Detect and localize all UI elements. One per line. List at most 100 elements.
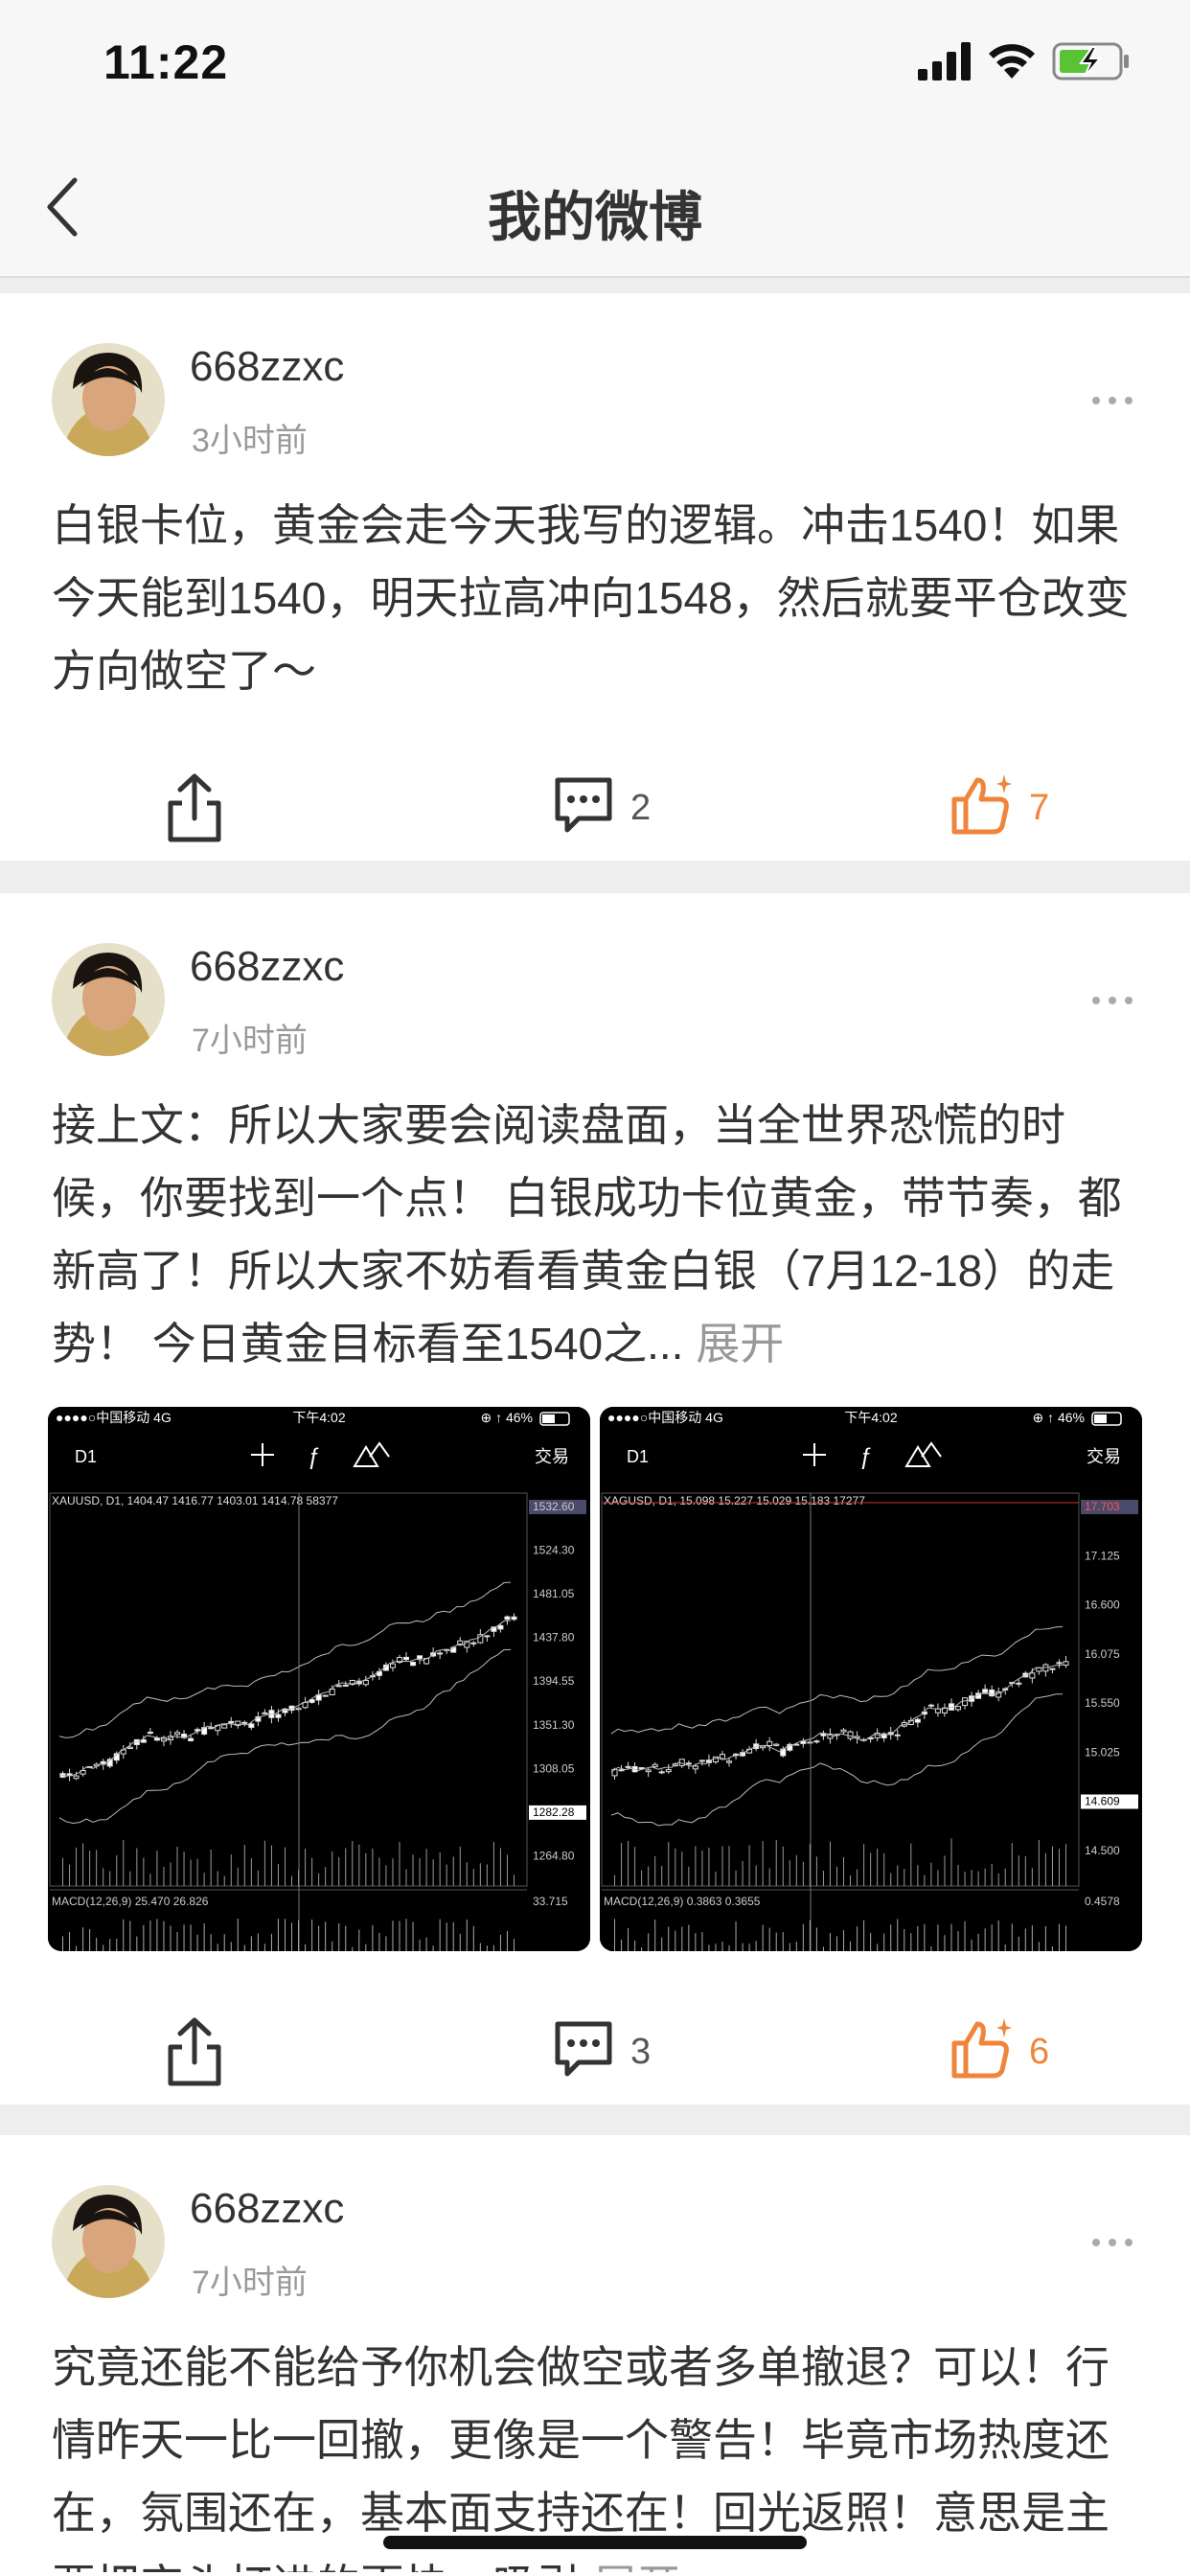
price-axis-label: 16.600	[1085, 1598, 1120, 1612]
like-button[interactable]: 6	[949, 2014, 1083, 2091]
price-axis-label: 1524.30	[533, 1544, 575, 1557]
macd-value: 0.4578	[1085, 1895, 1120, 1908]
candle-body	[403, 1656, 410, 1661]
candle-body	[1056, 1662, 1063, 1665]
price-axis-label: 1437.80	[533, 1631, 575, 1644]
candle-body	[208, 1727, 215, 1730]
username[interactable]: 668zzxc	[190, 343, 344, 391]
candle-body	[457, 1640, 464, 1645]
candle-body	[335, 1685, 342, 1688]
candle-body	[342, 1684, 349, 1687]
thumbs-up-icon	[951, 774, 1012, 835]
candle-body	[248, 1723, 255, 1728]
price-axis-label: 16.075	[1085, 1647, 1120, 1661]
candle-body	[625, 1765, 631, 1768]
more-options-icon[interactable]	[1088, 391, 1136, 410]
post-timestamp: 7小时前	[192, 1023, 308, 1059]
username[interactable]: 668zzxc	[190, 943, 344, 991]
macd-label: MACD(12,26,9) 25.470 26.826	[52, 1895, 209, 1908]
price-axis-label: 17.703	[1085, 1500, 1120, 1513]
embedded-battery: ⊕ ↑ 46%	[1032, 1410, 1085, 1425]
candle-body	[282, 1708, 288, 1714]
comment-button[interactable]: 2	[550, 770, 703, 847]
candle-body	[1049, 1668, 1056, 1670]
candle-body	[652, 1763, 658, 1768]
post-card[interactable]: 668zzxc 7小时前 接上文：所以大家要会阅读盘面，当全世界恐慌的时候，你要…	[0, 893, 1190, 2104]
comment-button[interactable]: 3	[550, 2014, 703, 2091]
price-axis-label: 1282.28	[533, 1806, 575, 1819]
candle-body	[894, 1734, 901, 1736]
indicator-icon: ƒ	[859, 1444, 872, 1470]
candle-body	[1063, 1661, 1069, 1667]
post-card[interactable]: 668zzxc 7小时前 究竟还能不能给予你机会做空或者多单撤退？可以！行情昨天…	[0, 2135, 1190, 2576]
embedded-clock: 下午4:02	[292, 1410, 345, 1425]
chart-image-silver[interactable]: ●●●●○中国移动 4G 下午4:02 ⊕ ↑ 46% D1 ƒ 交易 XAGUSD, D1…	[600, 1407, 1142, 1951]
price-axis-label: 1532.60	[533, 1500, 575, 1513]
post-text[interactable]: 白银卡位，黄金会走今天我写的逻辑。冲击1540！如果今天能到1540，明天拉高冲…	[52, 489, 1144, 707]
expand-link[interactable]: 展开	[696, 1319, 784, 1368]
timeframe-label: D1	[627, 1447, 649, 1466]
battery-charging-icon	[1052, 42, 1129, 80]
candle-body	[1036, 1667, 1042, 1672]
share-button[interactable]	[161, 770, 228, 847]
comment-icon	[555, 777, 612, 833]
page-title: 我的微博	[488, 187, 702, 247]
candle-body	[618, 1769, 625, 1772]
price-axis-label: 15.025	[1085, 1745, 1120, 1759]
candle-body	[840, 1729, 847, 1733]
candle-body	[228, 1720, 235, 1724]
home-indicator[interactable]	[383, 2536, 807, 2549]
share-icon	[168, 773, 221, 842]
candle-body	[645, 1769, 652, 1773]
more-options-icon[interactable]	[1088, 2233, 1136, 2252]
status-bar: 11:22	[0, 0, 1190, 128]
like-count: 7	[1029, 788, 1050, 828]
candle-body	[147, 1731, 153, 1735]
candle-body	[126, 1746, 133, 1750]
avatar[interactable]	[52, 2185, 165, 2298]
macd-value: 33.715	[533, 1895, 568, 1908]
embedded-carrier: ●●●●○中国移动 4G	[607, 1410, 723, 1425]
candle-body	[726, 1760, 733, 1763]
avatar[interactable]	[52, 943, 165, 1056]
trade-label: 交易	[1087, 1447, 1121, 1466]
candle-body	[511, 1616, 517, 1621]
username[interactable]: 668zzxc	[190, 2185, 344, 2233]
candle-body	[800, 1740, 807, 1744]
candle-body	[322, 1694, 329, 1697]
candle-body	[685, 1762, 692, 1765]
price-axis-label: 14.609	[1085, 1795, 1120, 1808]
like-button[interactable]: 7	[949, 770, 1083, 847]
price-axis-label: 15.550	[1085, 1696, 1120, 1710]
more-options-icon[interactable]	[1088, 991, 1136, 1010]
symbol-line: XAUUSD, D1, 1404.47 1416.77 1403.01 1414…	[52, 1494, 338, 1507]
candle-body	[262, 1712, 268, 1714]
post-card[interactable]: 668zzxc 3小时前 白银卡位，黄金会走今天我写的逻辑。冲击1540！如果今…	[0, 293, 1190, 861]
candle-body	[934, 1708, 941, 1714]
post-text[interactable]: 接上文：所以大家要会阅读盘面，当全世界恐慌的时候，你要找到一个点！ 白银成功卡位…	[52, 1089, 1144, 1380]
chart-image-gold[interactable]: ●●●●○中国移动 4G 下午4:02 ⊕ ↑ 46% D1 ƒ 交易 XAUUSD, D1…	[48, 1407, 590, 1951]
price-axis-label: 1394.55	[533, 1674, 575, 1688]
candle-body	[914, 1718, 921, 1723]
share-button[interactable]	[161, 2014, 228, 2091]
price-axis-label: 1351.30	[533, 1718, 575, 1732]
trade-label: 交易	[535, 1447, 569, 1466]
candle-body	[773, 1743, 780, 1746]
candle-body	[767, 1740, 773, 1747]
status-time: 11:22	[103, 35, 229, 89]
candle-body	[962, 1697, 969, 1707]
post-image-grid: ●●●●○中国移动 4G 下午4:02 ⊕ ↑ 46% D1 ƒ 交易 XAUUSD, D1…	[48, 1407, 1142, 1951]
price-axis-label: 14.500	[1085, 1844, 1120, 1857]
candle-body	[927, 1704, 934, 1707]
price-axis-label: 1308.05	[533, 1761, 575, 1775]
share-icon	[168, 2017, 221, 2086]
candle-body	[698, 1760, 705, 1762]
chart-screenshot: ●●●●○中国移动 4G 下午4:02 ⊕ ↑ 46% D1 ƒ 交易 XAUUSD, D1…	[48, 1407, 590, 1951]
avatar[interactable]	[52, 343, 165, 456]
expand-link[interactable]: 展开	[593, 2561, 681, 2572]
candle-body	[437, 1652, 444, 1655]
post-timestamp: 3小时前	[192, 423, 308, 459]
candle-body	[389, 1663, 396, 1668]
macd-label: MACD(12,26,9) 0.3863 0.3655	[604, 1895, 761, 1908]
price-axis-label: 1264.80	[533, 1849, 575, 1862]
